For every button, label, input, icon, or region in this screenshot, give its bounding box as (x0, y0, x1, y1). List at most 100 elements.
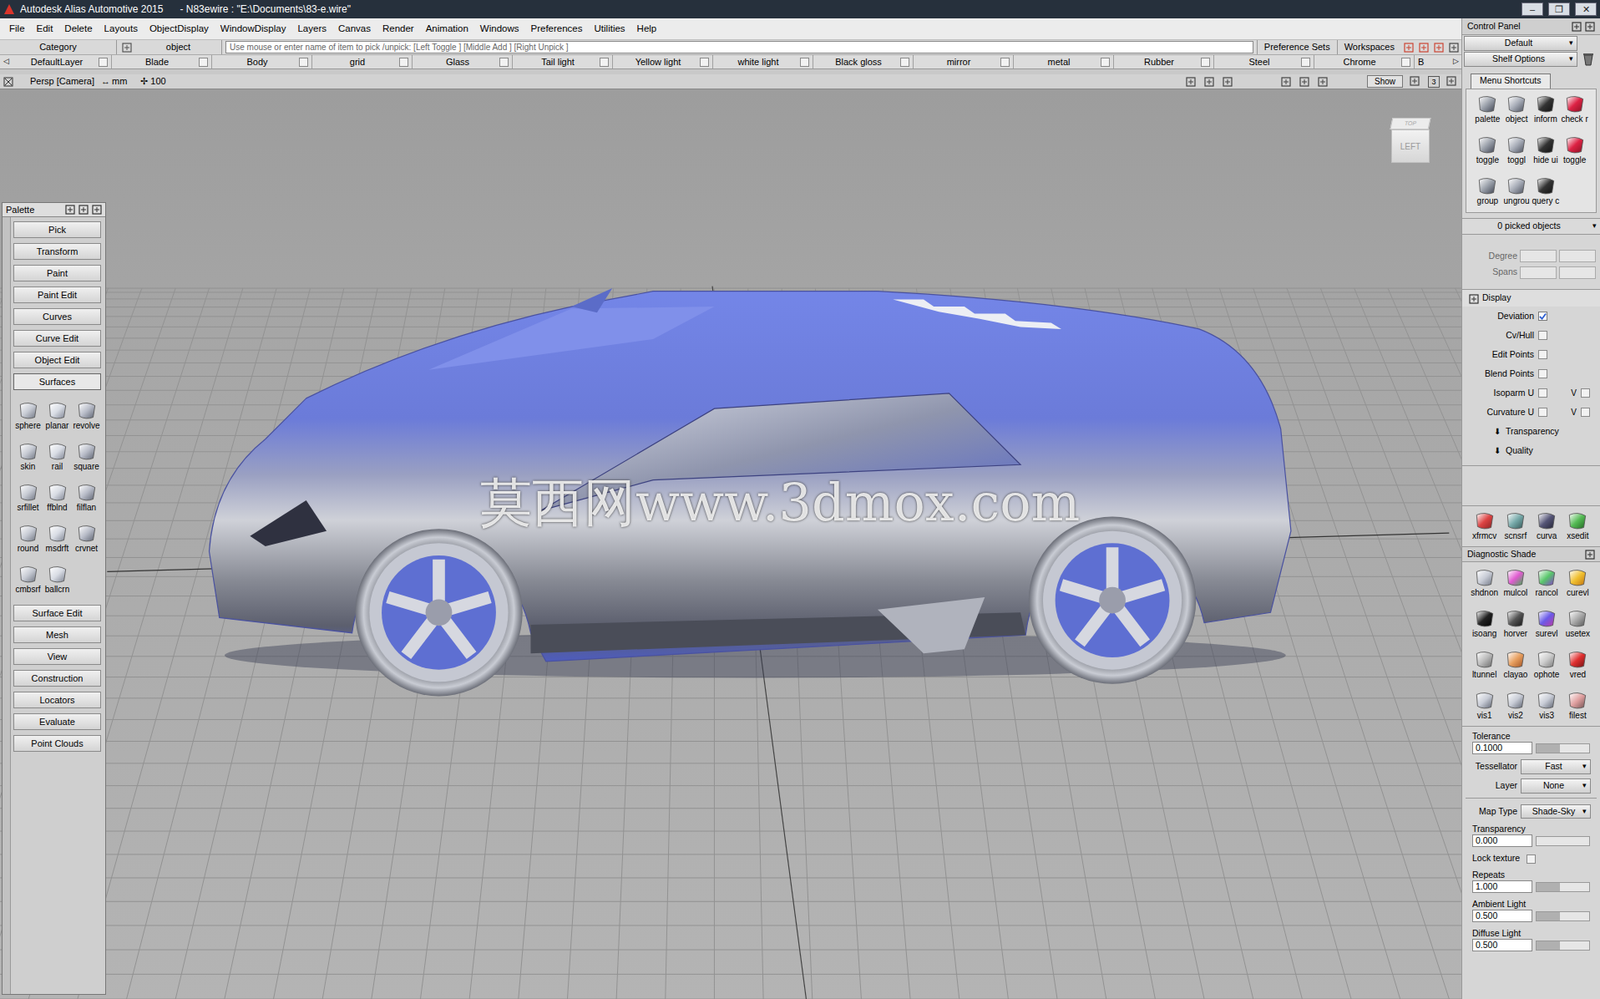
tool-button[interactable]: filflan (71, 476, 102, 518)
menu-item[interactable]: Preferences (525, 21, 589, 36)
slider-track[interactable] (1535, 881, 1590, 892)
window-control-button[interactable]: ✕ (1574, 2, 1597, 16)
layer-tab[interactable]: grid (312, 55, 413, 69)
menu-icon[interactable] (1571, 21, 1582, 32)
value-field[interactable]: 0.500 (1472, 938, 1533, 952)
menu-item[interactable]: Utilities (588, 21, 632, 36)
shortcut-button[interactable]: palette (1473, 89, 1503, 131)
tool-icon[interactable] (1401, 40, 1417, 55)
layer-checkbox[interactable] (1000, 57, 1010, 67)
layer-checkbox[interactable] (1200, 57, 1211, 67)
diagnostic-button[interactable]: vis2 (1499, 684, 1531, 726)
shelf-button[interactable]: xsedit (1562, 506, 1594, 547)
close-view-icon[interactable] (3, 76, 14, 87)
value-dropdown[interactable]: None▾ (1520, 778, 1591, 794)
shortcut-button[interactable]: ungrou (1502, 171, 1532, 213)
view-cube-top[interactable]: TOP (1390, 117, 1432, 130)
menu-item[interactable]: Windows (474, 21, 526, 36)
slider-track[interactable] (1535, 743, 1590, 754)
diagnostic-button[interactable]: curevl (1562, 562, 1594, 603)
palette-button[interactable]: View (13, 648, 102, 665)
shelf-button[interactable]: scnsrf (1499, 506, 1531, 547)
menu-icon[interactable] (1584, 549, 1595, 560)
view-tool-icon[interactable] (1280, 75, 1292, 88)
display-checkbox[interactable] (1538, 369, 1548, 379)
layer-tab[interactable]: mirror (913, 55, 1014, 69)
slider-track[interactable] (1535, 940, 1590, 951)
tool-button[interactable]: round (13, 517, 43, 559)
palette-button[interactable]: Paint (13, 264, 102, 282)
palette-button[interactable]: Object Edit (13, 351, 102, 369)
shortcut-button[interactable]: object (1502, 89, 1532, 131)
shortcut-button[interactable]: toggl (1502, 130, 1532, 172)
layer-checkbox[interactable] (198, 57, 208, 67)
diagnostic-button[interactable]: vis1 (1468, 684, 1500, 726)
menu-item[interactable]: Canvas (332, 21, 377, 36)
diagnostic-button[interactable]: shdnon (1468, 562, 1500, 603)
value-field[interactable]: 0.500 (1472, 909, 1533, 922)
display-checkbox[interactable] (1538, 407, 1548, 417)
close-icon[interactable] (91, 204, 102, 215)
diagnostic-button[interactable]: rancol (1531, 562, 1563, 603)
toolbar-button[interactable]: Workspaces (1336, 40, 1402, 55)
tool-button[interactable]: srfillet (13, 476, 43, 518)
layer-tab[interactable]: Black gloss (813, 55, 914, 69)
menu-item[interactable]: Layers (291, 21, 333, 36)
category-field[interactable]: Category (0, 40, 117, 55)
shelf-button[interactable]: curva (1531, 506, 1563, 547)
resize-icon[interactable] (65, 204, 76, 215)
palette-button[interactable]: Pick (13, 221, 102, 238)
menu-item[interactable]: Help (631, 21, 664, 36)
shortcut-button[interactable]: query c (1531, 171, 1561, 213)
layer-checkbox[interactable] (900, 57, 910, 67)
value-field[interactable]: 1.000 (1472, 880, 1533, 893)
layer-checkbox[interactable] (699, 57, 709, 67)
tool-button[interactable]: sphere (13, 394, 43, 436)
display-checkbox[interactable] (1538, 349, 1548, 360)
palette-button[interactable]: Surface Edit (13, 604, 102, 622)
layer-checkbox[interactable] (98, 57, 108, 67)
view-tool-icon[interactable] (1203, 75, 1216, 88)
layer-tab[interactable]: Yellow light (612, 55, 714, 69)
window-control-button[interactable]: ❐ (1548, 2, 1570, 16)
layer-checkbox[interactable] (1401, 57, 1411, 67)
layer-tab[interactable]: metal (1013, 55, 1114, 69)
display-checkbox[interactable] (1580, 407, 1590, 417)
tool-button[interactable]: cmbsrf (13, 558, 43, 600)
layout-icon[interactable] (1409, 75, 1422, 88)
layer-tab[interactable]: Chrome (1314, 55, 1415, 69)
layer-tab[interactable]: B (1414, 55, 1450, 69)
layer-checkbox[interactable] (800, 57, 810, 67)
menu-item[interactable]: Layouts (98, 21, 144, 36)
tool-icon[interactable] (1431, 40, 1447, 55)
menu-item[interactable]: WindowDisplay (214, 21, 293, 36)
layer-tab[interactable]: Tail light (512, 55, 613, 69)
parameter-field[interactable] (1519, 266, 1557, 279)
layer-tab[interactable]: Rubber (1113, 55, 1215, 69)
diagnostic-button[interactable]: filest (1562, 684, 1594, 726)
value-dropdown[interactable]: Shade-Sky▾ (1520, 804, 1591, 820)
palette-section-header[interactable]: Surfaces (13, 373, 102, 390)
palette-window[interactable]: PalettePickTransformPaintPaint EditCurve… (1, 202, 107, 995)
shelf-button[interactable]: xfrmcv (1468, 506, 1500, 547)
layer-tab[interactable]: Body (212, 55, 313, 69)
slider-track[interactable] (1535, 911, 1590, 922)
palette-button[interactable]: Evaluate (13, 713, 102, 730)
prompt-field[interactable]: Use mouse or enter name of item to pick … (225, 40, 1254, 54)
layer-checkbox[interactable] (499, 57, 509, 67)
picked-objects[interactable]: 0 picked objects▾ (1462, 217, 1600, 235)
shortcut-button[interactable]: toggle (1473, 130, 1503, 172)
menu-item[interactable]: File (3, 21, 31, 36)
diagnostic-button[interactable]: ophote (1531, 643, 1563, 685)
shortcut-button[interactable]: check r (1559, 89, 1590, 131)
tool-icon[interactable] (1416, 40, 1432, 55)
menu-item[interactable]: Animation (420, 21, 475, 36)
palette-button[interactable]: Point Clouds (13, 734, 102, 752)
display-subsection[interactable]: ⬇Quality (1462, 440, 1600, 461)
display-checkbox[interactable] (1538, 311, 1548, 321)
diagnostic-button[interactable]: horver (1499, 602, 1531, 644)
diagnostic-button[interactable]: ltunnel (1468, 643, 1500, 685)
toolbar-button[interactable]: Preference Sets (1256, 40, 1337, 55)
diagnostic-button[interactable]: mulcol (1499, 562, 1531, 603)
object-field[interactable]: object (116, 40, 223, 55)
